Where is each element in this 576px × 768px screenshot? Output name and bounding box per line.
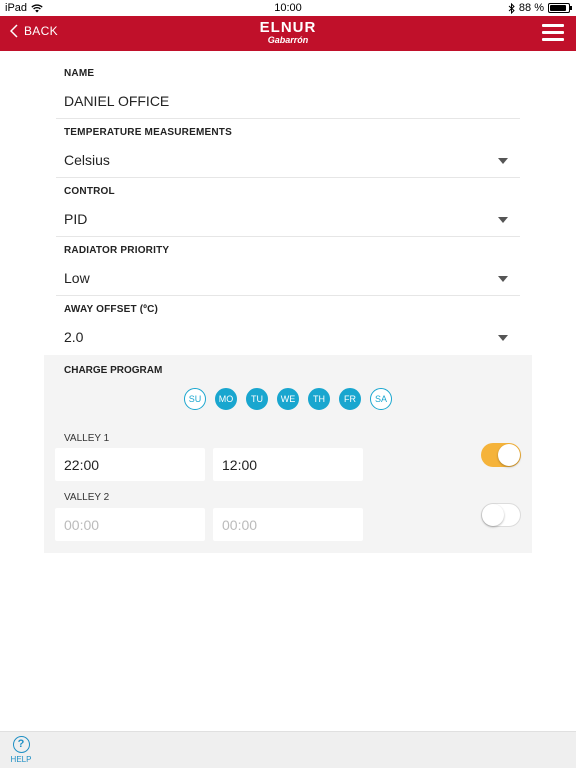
caret-down-icon[interactable] [498,276,508,282]
menu-line-icon [542,24,564,27]
select-value: Celsius [64,152,110,168]
day-toggle-tu[interactable]: TU [246,388,268,410]
help-icon: ? [12,736,30,753]
menu-line-icon [542,31,564,34]
select-value: Low [64,270,90,286]
select-value: 2.0 [64,329,84,345]
settings-form: NAME DANIEL OFFICE TEMPERATURE MEASUREME… [56,60,520,355]
charge-program-panel: CHARGE PROGRAM SU MO TU WE TH FR SA VALL… [44,355,532,553]
battery-icon [548,3,572,13]
day-selector: SU MO TU WE TH FR SA [44,388,532,410]
help-button[interactable]: ? HELP [10,736,32,764]
footer-bar: ? HELP [0,731,576,768]
valley-2-start-time[interactable]: 00:00 [55,508,205,541]
day-toggle-fr[interactable]: FR [339,388,361,410]
toggle-knob [498,444,520,466]
radiator-priority-select[interactable]: RADIATOR PRIORITY Low [56,237,520,296]
nav-bar: BACK ELNUR Gabarrón [0,16,576,51]
clock: 10:00 [274,2,302,14]
valley-2-end-time[interactable]: 00:00 [213,508,363,541]
day-toggle-th[interactable]: TH [308,388,330,410]
bluetooth-icon [508,2,515,14]
battery-fill [550,5,566,11]
caret-down-icon[interactable] [498,217,508,223]
day-toggle-mo[interactable]: MO [215,388,237,410]
menu-line-icon [542,38,564,41]
name-input[interactable]: DANIEL OFFICE [64,93,169,109]
field-label: AWAY OFFSET (ºC) [64,304,159,315]
valley-2-label: VALLEY 2 [64,492,110,503]
day-toggle-we[interactable]: WE [277,388,299,410]
logo-sub: Gabarrón [267,35,309,45]
away-offset-select[interactable]: AWAY OFFSET (ºC) 2.0 [56,296,520,355]
valley-1-start-time[interactable]: 22:00 [55,448,205,481]
day-toggle-su[interactable]: SU [184,388,206,410]
battery-percent: 88 % [518,2,544,14]
caret-down-icon[interactable] [498,158,508,164]
field-label: RADIATOR PRIORITY [64,245,170,256]
field-label: TEMPERATURE MEASUREMENTS [64,127,232,138]
status-bar: iPad 10:00 88 % [0,0,576,16]
charge-program-title: CHARGE PROGRAM [64,365,163,376]
temperature-measurements-select[interactable]: TEMPERATURE MEASUREMENTS Celsius [56,119,520,178]
menu-button[interactable] [542,24,564,42]
control-select[interactable]: CONTROL PID [56,178,520,237]
valley-1-toggle[interactable] [481,443,521,467]
toggle-knob [482,504,504,526]
field-label: CONTROL [64,186,115,197]
field-label: NAME [64,68,95,79]
brand-logo: ELNUR Gabarrón [0,20,576,45]
logo-brand: ELNUR [259,19,317,36]
name-field[interactable]: NAME DANIEL OFFICE [56,60,520,119]
valley-2-toggle[interactable] [481,503,521,527]
caret-down-icon[interactable] [498,335,508,341]
select-value: PID [64,211,88,227]
valley-1-end-time[interactable]: 12:00 [213,448,363,481]
help-label: HELP [10,755,32,764]
day-toggle-sa[interactable]: SA [370,388,392,410]
valley-1-label: VALLEY 1 [64,433,110,444]
